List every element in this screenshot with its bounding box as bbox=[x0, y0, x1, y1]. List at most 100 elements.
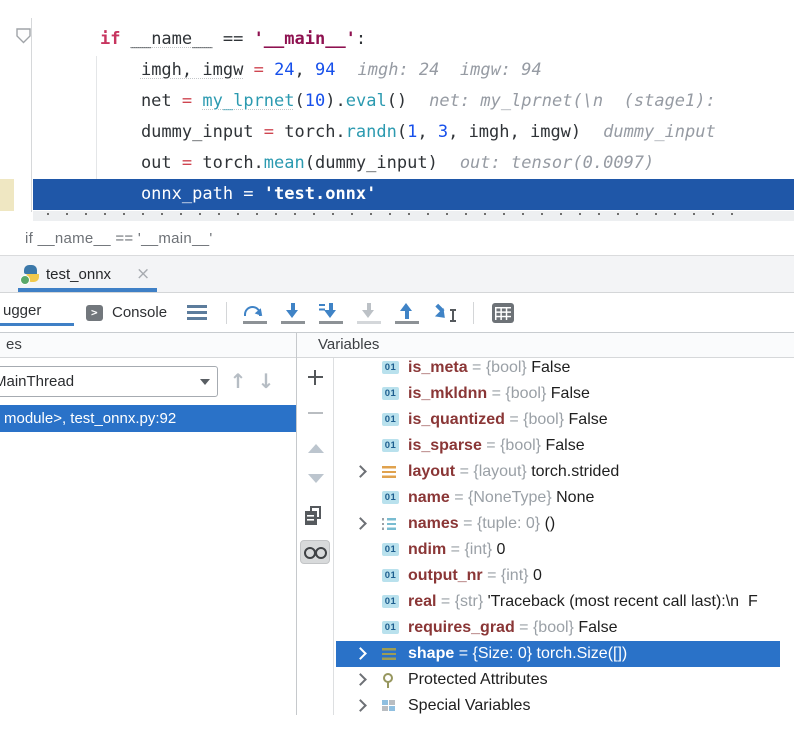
code-token: net bbox=[100, 91, 182, 111]
variable-text: names = {tuple: 0} () bbox=[408, 511, 555, 537]
thread-dropdown[interactable]: MainThread bbox=[0, 366, 218, 397]
inline-debug-hint: net: my_lprnet(\n (stage1): bbox=[429, 91, 716, 111]
code-token: eval bbox=[345, 91, 387, 111]
code-token: torch. bbox=[274, 122, 346, 142]
variable-type: {Size: 0} bbox=[472, 645, 533, 662]
add-icon[interactable] bbox=[304, 366, 326, 388]
step-over-icon[interactable] bbox=[243, 302, 267, 324]
glasses-icon[interactable] bbox=[300, 540, 330, 564]
code-line-current-execution[interactable]: onnx_path = 'test.onnx' bbox=[33, 179, 794, 210]
variables-tree: 01 is_meta = {bool} False 01 is_mkldnn = {b… bbox=[336, 358, 794, 715]
code-token: = bbox=[263, 122, 275, 142]
selected-stack-frame[interactable]: module>, test_onnx.py:92 bbox=[0, 405, 296, 432]
breadcrumb[interactable]: if __name__ == '__main__' bbox=[25, 222, 213, 255]
code-token: ( bbox=[294, 91, 305, 111]
code-line[interactable]: out = torch.mean(dummy_input) out: tensor… bbox=[33, 148, 794, 179]
console-tab-label: Console bbox=[112, 304, 168, 321]
variable-row[interactable]: 01 real = {str} 'Traceback (most recent c… bbox=[336, 589, 794, 615]
variable-value: None bbox=[556, 489, 595, 506]
force-step-into-icon[interactable] bbox=[319, 302, 343, 324]
chevron-down-icon[interactable] bbox=[200, 379, 210, 385]
settings-menu-icon[interactable] bbox=[186, 302, 210, 324]
code-line[interactable]: dummy_input = torch.randn(1, 3, imgh, im… bbox=[33, 117, 794, 148]
variable-text: is_mkldnn = {bool} False bbox=[408, 381, 590, 407]
run-to-cursor-icon[interactable] bbox=[433, 302, 457, 324]
variable-text: requires_grad = {bool} False bbox=[408, 615, 617, 641]
variable-row[interactable]: names = {tuple: 0} () bbox=[336, 511, 794, 537]
duplicate-icon[interactable] bbox=[304, 506, 326, 528]
equals-sign: = bbox=[455, 463, 474, 480]
variable-row[interactable]: Special Variables bbox=[336, 693, 794, 715]
remove-icon[interactable] bbox=[304, 402, 326, 424]
primitive-icon: 01 bbox=[382, 413, 399, 426]
code-token: 94 bbox=[315, 60, 336, 80]
next-frame-icon[interactable]: ↓ bbox=[254, 366, 278, 397]
code-token: 24 bbox=[274, 60, 295, 80]
variable-row[interactable]: 01 name = {NoneType} None bbox=[336, 485, 794, 511]
expand-chevron-icon[interactable] bbox=[354, 465, 367, 478]
primitive-icon: 01 bbox=[382, 595, 399, 608]
tab-test-onnx[interactable]: test_onnx × bbox=[0, 256, 170, 292]
frames-pane: MainThread ↑ ↓ module>, test_onnx.py:92 bbox=[0, 358, 296, 715]
code-line[interactable]: imgh, imgw = 24, 94 imgh: 24 imgw: 94 bbox=[33, 55, 794, 86]
evaluate-expression-icon[interactable] bbox=[492, 302, 514, 323]
variable-name: output_nr bbox=[408, 567, 483, 584]
variable-row[interactable]: 01 is_quantized = {bool} False bbox=[336, 407, 794, 433]
step-into-icon[interactable] bbox=[281, 302, 305, 324]
variable-type: {bool} bbox=[500, 437, 542, 454]
previous-frame-icon[interactable]: ↑ bbox=[226, 366, 250, 397]
equals-sign: = bbox=[487, 385, 506, 402]
squares-icon bbox=[382, 700, 396, 711]
variable-row[interactable]: 01 is_sparse = {bool} False bbox=[336, 433, 794, 459]
variable-name: names bbox=[408, 515, 459, 532]
pycharm-debug-window: if __name__ == '__main__': imgh, imgw = … bbox=[0, 0, 794, 742]
expand-chevron-icon[interactable] bbox=[354, 673, 367, 686]
variable-text: is_sparse = {bool} False bbox=[408, 433, 585, 459]
variable-row[interactable]: 01 is_meta = {bool} False bbox=[336, 358, 794, 381]
step-out-icon[interactable] bbox=[395, 302, 419, 324]
equals-sign: = bbox=[482, 567, 501, 584]
code-token: , imgh, imgw) bbox=[448, 122, 582, 142]
toolbar-separator bbox=[226, 301, 227, 324]
code-line[interactable]: net = my_lprnet(10).eval() net: my_lprnet… bbox=[33, 86, 794, 117]
expand-chevron-icon[interactable] bbox=[354, 647, 367, 660]
variable-value: False bbox=[568, 411, 608, 428]
active-tab-underline bbox=[18, 288, 157, 292]
code-token: '__main__' bbox=[253, 29, 356, 49]
variable-text: real = {str} 'Traceback (most recent cal… bbox=[408, 589, 758, 615]
variables-pane: 01 is_meta = {bool} False 01 is_mkldnn = {b… bbox=[297, 358, 794, 715]
stack-frame-label: module>, test_onnx.py:92 bbox=[4, 410, 177, 427]
variable-type: {bool} bbox=[523, 411, 565, 428]
code-token: , bbox=[417, 122, 438, 142]
tab-debugger[interactable]: ugger bbox=[0, 293, 74, 332]
variable-value: False bbox=[531, 359, 571, 376]
variable-name: is_sparse bbox=[408, 437, 482, 454]
expand-chevron-icon[interactable] bbox=[354, 699, 367, 712]
variable-row[interactable]: shape = {Size: 0} torch.Size([]) bbox=[336, 641, 794, 667]
code-editor[interactable]: if __name__ == '__main__': imgh, imgw = … bbox=[0, 0, 794, 223]
variable-row[interactable]: layout = {layout} torch.strided bbox=[336, 459, 794, 485]
step-into-my-code-icon[interactable] bbox=[357, 302, 381, 324]
tab-console[interactable]: Console bbox=[86, 293, 167, 332]
variable-row[interactable]: 01 requires_grad = {bool} False bbox=[336, 615, 794, 641]
frames-pane-title: es bbox=[6, 336, 22, 353]
scroll-down-icon[interactable] bbox=[308, 474, 324, 483]
run-indicator-icon bbox=[20, 275, 30, 285]
variable-value: False bbox=[550, 385, 590, 402]
scroll-up-icon[interactable] bbox=[308, 444, 324, 453]
variable-row[interactable]: Protected Attributes bbox=[336, 667, 794, 693]
expand-chevron-icon[interactable] bbox=[354, 517, 367, 530]
variable-row[interactable]: 01 output_nr = {int} 0 bbox=[336, 563, 794, 589]
breadcrumb-bar: if __name__ == '__main__' bbox=[0, 222, 794, 255]
list-numbered-icon bbox=[382, 518, 396, 530]
code-token: randn bbox=[345, 122, 397, 142]
variable-row[interactable]: 01 ndim = {int} 0 bbox=[336, 537, 794, 563]
variable-value: 0 bbox=[496, 541, 506, 558]
variable-value: torch.Size([]) bbox=[536, 645, 628, 662]
code-line[interactable]: if __name__ == '__main__': bbox=[33, 24, 794, 55]
variable-name: ndim bbox=[408, 541, 447, 558]
variable-row[interactable]: 01 is_mkldnn = {bool} False bbox=[336, 381, 794, 407]
